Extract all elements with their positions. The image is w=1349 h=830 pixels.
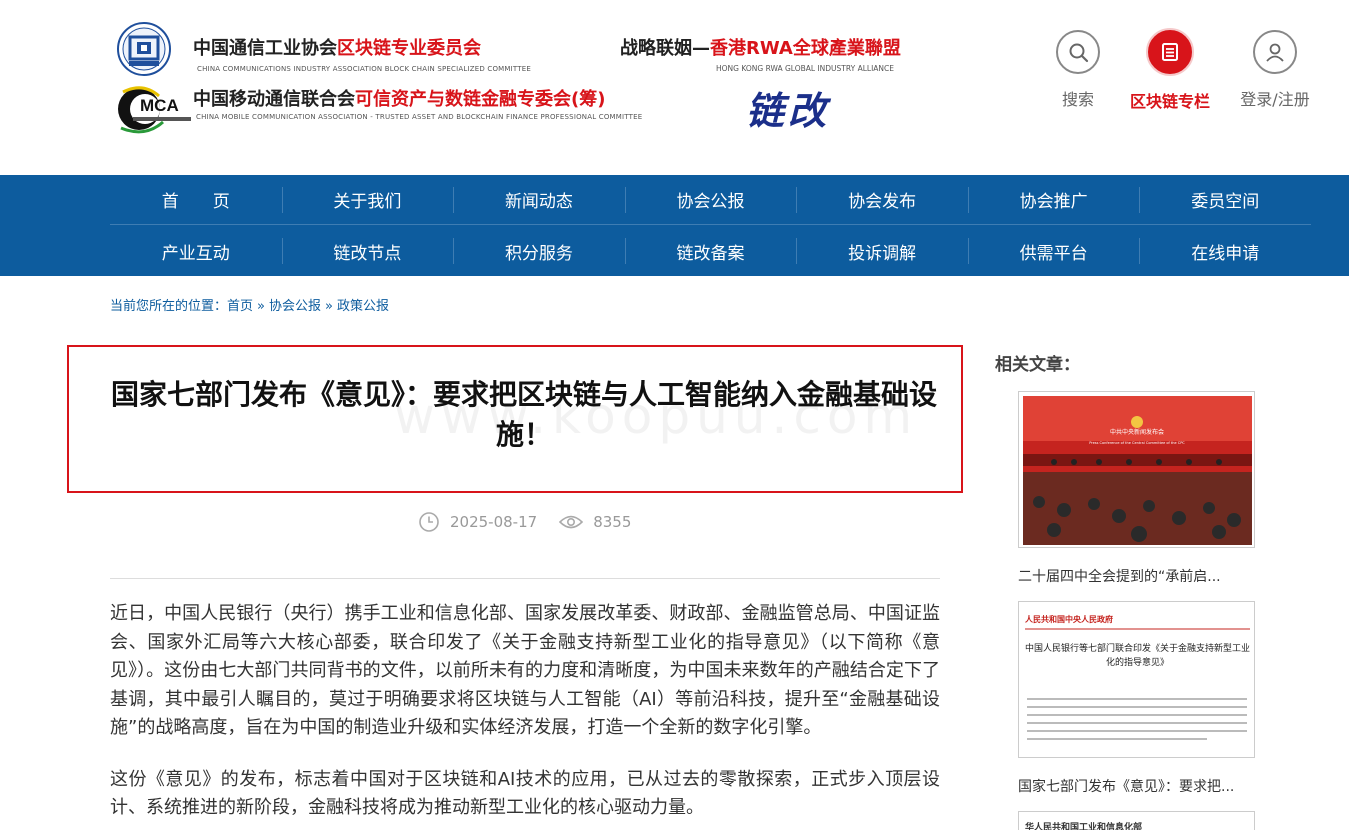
nav-item-complaint[interactable]: 投诉调解 [796,226,968,276]
column-circle [1146,28,1194,76]
thumb-banner-subtext: Press Conference of the Central Committe… [1089,441,1185,445]
related-thumb-3[interactable]: 华人民共和国工业和信息化部 [1018,811,1255,830]
main-nav: 首 页 关于我们 新闻动态 协会公报 协会发布 协会推广 委员空间 产业互动 链… [0,175,1349,276]
article-views: 8355 [593,513,632,531]
thumb3-source-text: 华人民共和国工业和信息化部 [1025,823,1143,830]
column-label: 区块链专栏 [1129,92,1210,111]
nav-item-apply[interactable]: 在线申请 [1139,226,1311,276]
thumb-source-text: 人民共和国中央人民政府 [1025,614,1113,624]
breadcrumb: 当前您所在的位置：首页 » 协会公报 » 政策公报 [110,295,389,314]
related-caption-2[interactable]: 国家七部门发布《意见》：要求把... [1018,776,1234,796]
related-caption-1[interactable]: 二十届四中全会提到的“承前启... [1018,566,1221,586]
nav-item-home[interactable]: 首 页 [110,175,282,224]
ccia-logo[interactable] [115,22,173,76]
breadcrumb-bulletin[interactable]: 协会公报 [269,299,321,314]
org1-name-black: 中国通信工业协会 [193,38,337,59]
nav-item-bulletin[interactable]: 协会公报 [624,175,797,224]
search-circle [1056,30,1100,74]
mca-logo-text: MCA [140,96,179,115]
article-date: 2025-08-17 [450,513,538,531]
breadcrumb-policy[interactable]: 政策公报 [337,299,389,314]
breadcrumb-prefix: 当前您所在的位置： [110,299,228,314]
article-meta: 2025-08-17 8355 [418,511,631,533]
article-title: 国家七部门发布《意见》：要求把区块链与人工智能纳入金融基础设施！ [110,378,937,451]
nav-row-1: 首 页 关于我们 新闻动态 协会公报 协会发布 协会推广 委员空间 [110,175,1311,225]
org2-name: 中国移动通信联合会可信资产与数链金融专委会(筹) [193,85,605,111]
alliance-name: 战略联姻—香港RWA全球產業聯盟 [620,34,901,60]
document-icon [1162,43,1178,61]
article-body: 近日，中国人民银行（央行）携手工业和信息化部、国家发展改革委、财政部、金融监管总… [110,600,940,830]
nav-item-nodes[interactable]: 链改节点 [281,226,454,276]
user-icon [1266,43,1284,62]
nav-item-supply-demand[interactable]: 供需平台 [967,226,1140,276]
org1-name-red: 区块链专业委员会 [337,38,481,59]
article-paragraph: 近日，中国人民银行（央行）携手工业和信息化部、国家发展改革委、财政部、金融监管总… [110,603,940,738]
nav-item-filing[interactable]: 链改备案 [624,226,797,276]
brand-calligraphy: 链改 [746,88,831,133]
org1-english: CHINA COMMUNICATIONS INDUSTRY ASSOCIATIO… [197,65,531,73]
search-icon [1069,43,1089,63]
org2-english: CHINA MOBILE COMMUNICATION ASSOCIATION -… [196,113,643,121]
breadcrumb-home[interactable]: 首页 [227,299,253,314]
nav-item-promotion[interactable]: 协会推广 [967,175,1140,224]
thumb-banner-text: 中共中央新闻发布会 [1110,428,1164,436]
org1-name: 中国通信工业协会区块链专业委员会 [193,34,481,60]
login-circle [1253,30,1297,74]
org2-name-red: 可信资产与数链金融专委会(筹) [355,89,606,110]
breadcrumb-separator: » [257,299,265,314]
clock-icon [419,512,439,532]
related-thumb-1[interactable]: 中共中央新闻发布会 Press Conference of the Centra… [1018,391,1255,548]
article-paragraph: 这份《意见》的发布，标志着中国对于区块链和AI技术的应用，已从过去的零散探索，正… [110,768,940,819]
nav-item-points[interactable]: 积分服务 [453,226,625,276]
login-button[interactable]: 登录/注册 [1225,30,1325,110]
alliance-name-red: 香港RWA全球產業聯盟 [710,38,901,59]
article-divider [110,578,940,579]
alliance-english: HONG KONG RWA GLOBAL INDUSTRY ALLIANCE [716,64,895,73]
nav-row-2: 产业互动 链改节点 积分服务 链改备案 投诉调解 供需平台 在线申请 [110,226,1311,276]
nav-item-about[interactable]: 关于我们 [281,175,454,224]
article-title-box: www.koopuu.com 国家七部门发布《意见》：要求把区块链与人工智能纳入… [67,345,963,493]
eye-icon [559,515,584,529]
press-conference-image: 中共中央新闻发布会 Press Conference of the Centra… [1019,392,1254,547]
nav-item-news[interactable]: 新闻动态 [453,175,625,224]
nav-item-releases[interactable]: 协会发布 [796,175,968,224]
related-articles-title: 相关文章： [995,355,1080,375]
nav-item-member-space[interactable]: 委员空间 [1139,175,1311,224]
org2-name-black: 中国移动通信联合会 [193,89,355,110]
login-label: 登录/注册 [1240,90,1310,109]
breadcrumb-separator: » [325,299,333,314]
search-button[interactable]: 搜索 [1028,30,1128,110]
nav-item-industry[interactable]: 产业互动 [110,226,282,276]
document-screenshot-image: 人民共和国中央人民政府 中国人民银行等七部门联合印发《关于金融支持新型工业化的指… [1019,602,1254,757]
search-label: 搜索 [1061,90,1094,109]
related-thumb-2[interactable]: 人民共和国中央人民政府 中国人民银行等七部门联合印发《关于金融支持新型工业化的指… [1018,601,1255,758]
site-header: 中国通信工业协会区块链专业委员会 CHINA COMMUNICATIONS IN… [0,0,1349,175]
alliance-name-black: 战略联姻— [620,38,710,59]
thumb-heading-text: 中国人民银行等七部门联合印发《关于金融支持新型工业化的指导意见》 [1025,644,1250,668]
blockchain-column-button[interactable]: 区块链专栏 [1120,28,1220,112]
